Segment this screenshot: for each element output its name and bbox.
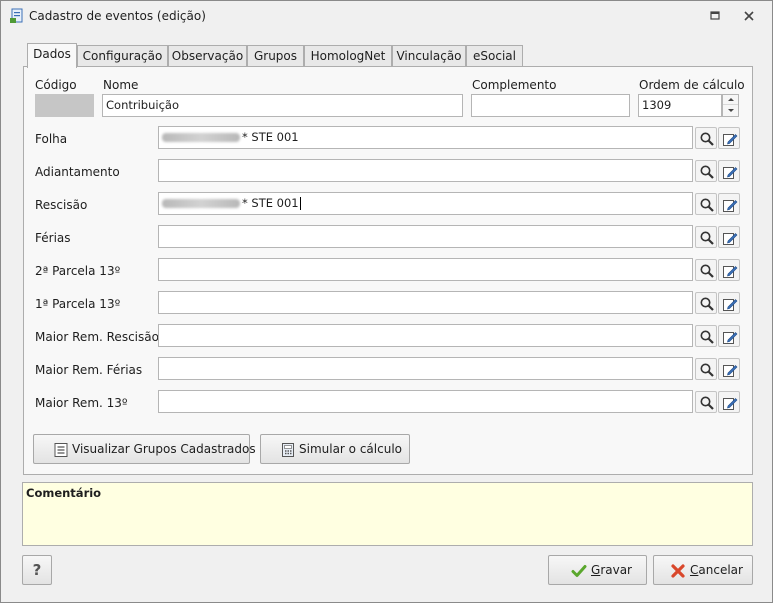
rescisao-field[interactable]: * STE 001: [158, 192, 693, 215]
event-registration-window: Cadastro de eventos (edição) Dados Confi…: [0, 0, 773, 603]
row-label-maior-rem-ferias: Maior Rem. Férias: [35, 363, 143, 377]
tab-vinculacao[interactable]: Vinculação: [392, 45, 466, 67]
list-icon: [54, 443, 68, 457]
simular-calculo-button[interactable]: Simular o cálculo: [260, 434, 410, 464]
magnifier-icon: [700, 264, 714, 278]
row-label-maior-rem-13: Maior Rem. 13º: [35, 396, 128, 410]
calculator-icon: [282, 443, 294, 457]
2a-parcela-13-field[interactable]: [158, 258, 693, 281]
row-label-adiantamento: Adiantamento: [35, 165, 120, 179]
complemento-field[interactable]: [471, 94, 630, 117]
tab-homolognet[interactable]: HomologNet: [304, 45, 392, 67]
checkmark-icon: [571, 565, 587, 577]
folha-edit-button[interactable]: [718, 127, 740, 149]
2a-parcela-13-edit-button[interactable]: [718, 259, 740, 281]
nome-label: Nome: [103, 78, 139, 92]
magnifier-icon: [700, 198, 714, 212]
edit-icon: [723, 266, 738, 278]
rescisao-search-button[interactable]: [695, 193, 717, 215]
redacted-text: [162, 133, 240, 142]
close-icon[interactable]: [741, 9, 757, 23]
nome-field[interactable]: Contribuição: [102, 94, 463, 117]
magnifier-icon: [700, 297, 714, 311]
codigo-field[interactable]: [35, 94, 94, 117]
spin-down-button[interactable]: [723, 106, 738, 116]
comment-title: Comentário: [26, 486, 102, 500]
gravar-button[interactable]: Gravar: [548, 555, 647, 585]
edit-icon: [723, 398, 738, 410]
edit-icon: [723, 299, 738, 311]
row-label-folha: Folha: [35, 132, 68, 146]
magnifier-icon: [700, 165, 714, 179]
restore-icon[interactable]: [707, 9, 723, 23]
ferias-edit-button[interactable]: [718, 226, 740, 248]
ferias-search-button[interactable]: [695, 226, 717, 248]
edit-icon: [723, 167, 738, 179]
folha-search-button[interactable]: [695, 127, 717, 149]
arrow-up-icon: [728, 98, 734, 101]
maior-rem-ferias-search-button[interactable]: [695, 358, 717, 380]
cancelar-button[interactable]: Cancelar: [653, 555, 753, 585]
ordem-calculo-field[interactable]: 1309: [638, 94, 722, 117]
help-button[interactable]: ?: [22, 555, 52, 585]
redacted-text: [162, 199, 240, 208]
maior-rem-rescisao-search-button[interactable]: [695, 325, 717, 347]
magnifier-icon: [700, 396, 714, 410]
cancel-x-icon: [671, 564, 685, 578]
ordem-calculo-spinner[interactable]: [722, 94, 739, 117]
complemento-label: Complemento: [472, 78, 557, 92]
app-icon: [10, 8, 23, 23]
row-label-ferias: Férias: [35, 231, 71, 245]
edit-icon: [723, 365, 738, 377]
maior-rem-rescisao-field[interactable]: [158, 324, 693, 347]
magnifier-icon: [700, 330, 714, 344]
rescisao-edit-button[interactable]: [718, 193, 740, 215]
1a-parcela-13-search-button[interactable]: [695, 292, 717, 314]
ferias-field[interactable]: [158, 225, 693, 248]
row-label-maior-rem-rescisao: Maior Rem. Rescisão: [35, 330, 159, 344]
magnifier-icon: [700, 363, 714, 377]
maior-rem-ferias-field[interactable]: [158, 357, 693, 380]
tab-esocial[interactable]: eSocial: [466, 45, 523, 67]
edit-icon: [723, 332, 738, 344]
text-cursor: [299, 197, 301, 210]
maior-rem-13-search-button[interactable]: [695, 391, 717, 413]
adiantamento-field[interactable]: [158, 159, 693, 182]
row-label-1a-parcela-13: 1ª Parcela 13º: [35, 297, 121, 311]
edit-icon: [723, 200, 738, 212]
maior-rem-rescisao-edit-button[interactable]: [718, 325, 740, 347]
row-label-2a-parcela-13: 2ª Parcela 13º: [35, 264, 121, 278]
edit-icon: [723, 134, 738, 146]
1a-parcela-13-edit-button[interactable]: [718, 292, 740, 314]
adiantamento-search-button[interactable]: [695, 160, 717, 182]
tab-grupos[interactable]: Grupos: [247, 45, 304, 67]
row-label-rescisao: Rescisão: [35, 198, 88, 212]
2a-parcela-13-search-button[interactable]: [695, 259, 717, 281]
codigo-label: Código: [35, 78, 77, 92]
tab-observacao[interactable]: Observação: [168, 45, 247, 67]
adiantamento-edit-button[interactable]: [718, 160, 740, 182]
ordem-calculo-label: Ordem de cálculo: [639, 78, 745, 92]
tab-configuracao[interactable]: Configuração: [77, 45, 168, 67]
magnifier-icon: [700, 132, 714, 146]
folha-field[interactable]: * STE 001: [158, 126, 693, 149]
edit-icon: [723, 233, 738, 245]
maior-rem-13-edit-button[interactable]: [718, 391, 740, 413]
window-title: Cadastro de eventos (edição): [29, 9, 206, 23]
spin-up-button[interactable]: [723, 95, 738, 105]
maior-rem-13-field[interactable]: [158, 390, 693, 413]
comment-area[interactable]: Comentário: [22, 482, 753, 546]
titlebar: Cadastro de eventos (edição): [1, 1, 772, 31]
magnifier-icon: [700, 231, 714, 245]
arrow-down-icon: [728, 109, 734, 112]
1a-parcela-13-field[interactable]: [158, 291, 693, 314]
tab-dados[interactable]: Dados: [27, 43, 77, 68]
visualizar-grupos-button[interactable]: Visualizar Grupos Cadastrados: [33, 434, 256, 464]
maior-rem-ferias-edit-button[interactable]: [718, 358, 740, 380]
